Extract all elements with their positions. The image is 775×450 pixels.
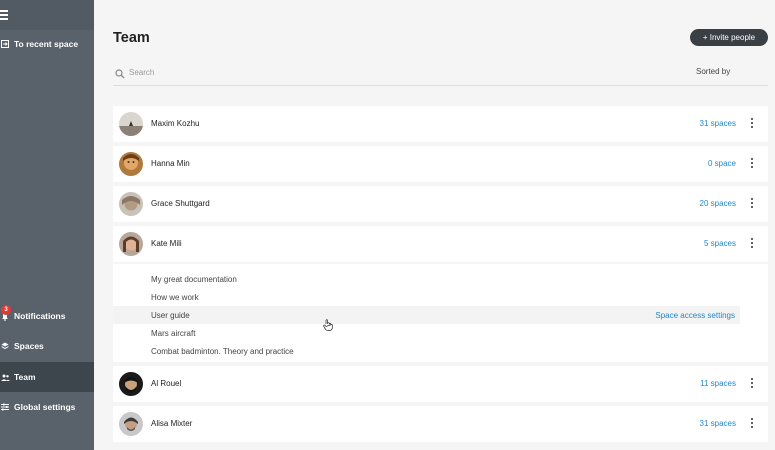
list-item[interactable]: How we work [113,288,740,306]
avatar [119,232,143,256]
list-item[interactable]: Mars aircraft [113,324,740,342]
list-item-label: User guide [151,310,190,320]
hamburger-icon[interactable] [0,10,8,20]
member-row[interactable]: Hanna Min 0 space [113,146,768,182]
avatar [119,152,143,176]
search-bar: Sorted by [113,62,768,86]
member-spaces-link[interactable]: 31 spaces [700,419,736,428]
member-name: Alisa Mixter [151,419,193,428]
sliders-icon [0,402,10,412]
member-row[interactable]: Kate Mili 5 spaces [113,226,768,262]
main-content: Team + Invite people Sorted by Maxim Koz… [94,0,775,450]
sidebar-header [0,0,94,30]
member-spaces-link[interactable]: 5 spaces [704,239,736,248]
avatar [119,112,143,136]
sidebar-item-recent-space[interactable]: To recent space [0,29,94,59]
member-row[interactable]: Grace Shuttgard 20 spaces [113,186,768,222]
sidebar-item-team[interactable]: Team [0,362,94,392]
layers-icon [0,341,10,351]
notification-badge: 3 [1,305,11,315]
member-row[interactable]: Alisa Mixter 31 spaces [113,406,768,442]
kebab-icon[interactable] [750,378,754,388]
search-input[interactable] [129,65,429,79]
member-name: Maxim Kozhu [151,119,200,128]
space-access-settings-link[interactable]: Space access settings [655,311,735,320]
avatar [119,192,143,216]
list-item[interactable]: My great documentation [113,270,740,288]
avatar [119,372,143,396]
member-row[interactable]: Maxim Kozhu 31 spaces [113,106,768,142]
bell-icon: 3 [0,305,11,321]
sidebar-item-label: Team [14,372,36,382]
member-spaces-link[interactable]: 0 space [708,159,736,168]
sidebar-item-global-settings[interactable]: Global settings [0,392,94,422]
sidebar-item-label: Spaces [14,341,44,351]
kebab-icon[interactable] [750,118,754,128]
member-row[interactable]: Al Rouel 11 spaces [113,366,768,402]
sidebar-item-spaces[interactable]: Spaces [0,331,94,361]
arrow-box-icon [0,39,10,49]
member-name: Hanna Min [151,159,190,168]
kebab-icon[interactable] [750,238,754,248]
member-name: Al Rouel [151,379,182,388]
avatar [119,412,143,436]
member-spaces-link[interactable]: 31 spaces [700,119,736,128]
people-icon [0,372,10,382]
member-name: Kate Mili [151,239,182,248]
page-title: Team [113,30,150,46]
list-item-hovered[interactable]: User guide Space access settings [113,306,740,324]
kebab-icon[interactable] [750,158,754,168]
kebab-icon[interactable] [750,418,754,428]
member-name: Grace Shuttgard [151,199,210,208]
sidebar-item-label: Global settings [14,402,76,412]
invite-people-button[interactable]: + Invite people [690,29,768,46]
kebab-icon[interactable] [750,198,754,208]
member-spaces-list: My great documentation How we work User … [113,264,768,362]
sidebar: To recent space 3 Notifications Spaces T… [0,0,94,450]
sidebar-item-label: To recent space [14,39,79,49]
search-icon [115,66,125,79]
member-spaces-link[interactable]: 11 spaces [700,379,736,388]
member-spaces-link[interactable]: 20 spaces [700,199,736,208]
sort-dropdown[interactable]: Sorted by [696,67,730,76]
sidebar-item-label: Notifications [14,311,66,321]
hand-cursor-icon [323,318,333,331]
list-item[interactable]: Combat badminton. Theory and practice [113,342,740,360]
sidebar-item-notifications[interactable]: 3 Notifications [0,301,94,331]
